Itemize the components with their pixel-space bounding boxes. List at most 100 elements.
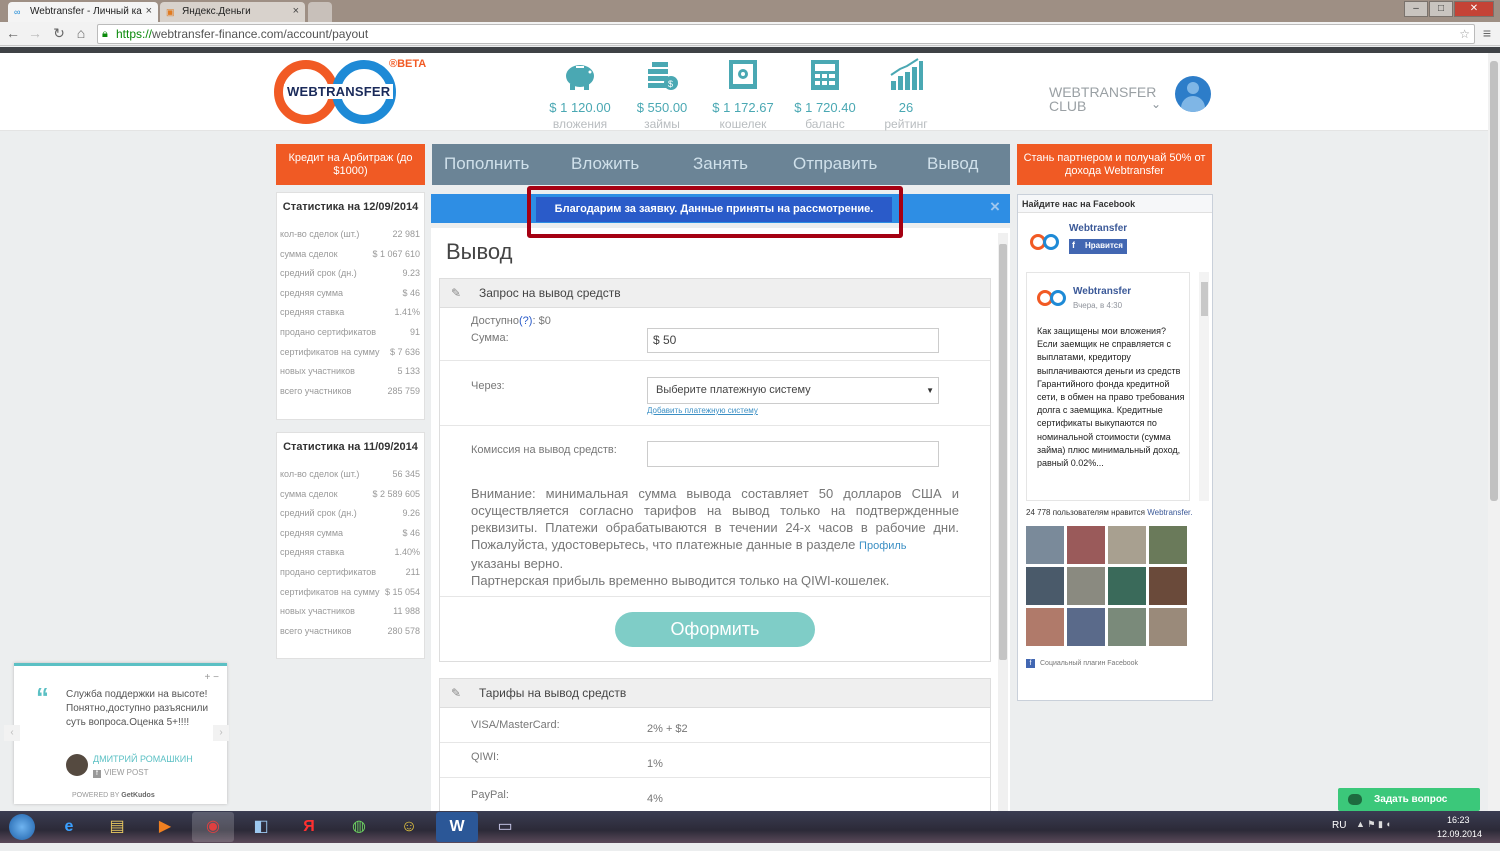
file-explorer-icon[interactable]: ▤: [96, 812, 138, 842]
likes-page-link[interactable]: Webtransfer.: [1147, 508, 1192, 517]
prev-arrow-icon[interactable]: ‹: [4, 725, 20, 741]
pencil-icon: ✎: [451, 286, 462, 300]
ask-question-button[interactable]: Задать вопрос: [1338, 788, 1480, 811]
post-time[interactable]: Вчера, в 4:30: [1073, 301, 1122, 310]
widget-controls[interactable]: + −: [205, 672, 219, 683]
profile-link[interactable]: Профиль: [859, 540, 907, 552]
facebook-fan-photo[interactable]: [1108, 526, 1146, 564]
messenger-icon[interactable]: ☺: [388, 812, 430, 842]
facebook-fan-photo[interactable]: [1067, 526, 1105, 564]
stats-row: новых участников 5 133: [277, 366, 424, 386]
window-switch-icon[interactable]: ▭: [484, 812, 526, 842]
view-post-link[interactable]: f VIEW POST: [93, 768, 148, 778]
notice-close-icon[interactable]: ×: [990, 197, 1000, 217]
fee-input[interactable]: [647, 441, 939, 467]
header-stat-investments[interactable]: $ 1 120.00 вложения: [540, 57, 620, 131]
language-indicator[interactable]: RU: [1332, 820, 1346, 831]
nav-invest[interactable]: Вложить: [571, 154, 639, 174]
start-button[interactable]: [2, 812, 42, 842]
facebook-plugin-link[interactable]: f Социальный плагин Facebook: [1026, 659, 1138, 668]
help-link[interactable]: (?): [519, 315, 532, 327]
payment-system-select[interactable]: Выберите платежную систему ▼: [647, 377, 939, 404]
add-payment-system-link[interactable]: Добавить платежную систему: [647, 406, 758, 415]
nav-withdraw[interactable]: Вывод: [927, 154, 978, 174]
tab-close-icon[interactable]: ×: [146, 5, 152, 17]
page-scroll-thumb[interactable]: [1490, 61, 1498, 501]
post-author[interactable]: Webtransfer: [1073, 286, 1131, 297]
header-stat-balance[interactable]: $ 1 720.40 баланс: [785, 57, 865, 131]
close-window-icon[interactable]: ✕: [1454, 1, 1494, 17]
reload-icon[interactable]: ↻: [50, 25, 68, 42]
facebook-like-button[interactable]: f Нравится: [1069, 239, 1127, 254]
user-avatar[interactable]: [1175, 76, 1211, 112]
facebook-post-scrollbar[interactable]: [1199, 272, 1209, 501]
partner-promo-button[interactable]: Стань партнером и получай 50% от дохода …: [1017, 144, 1212, 185]
browser-tab-yandex[interactable]: ▣ Яндекс.Деньги ×: [160, 2, 305, 22]
stats-row-value: 9.26: [402, 508, 420, 519]
facebook-fan-photo[interactable]: [1026, 608, 1064, 646]
chrome-icon[interactable]: ◉: [192, 812, 234, 842]
getkudos-brand[interactable]: GetKudos: [121, 792, 154, 799]
next-arrow-icon[interactable]: ›: [213, 725, 229, 741]
home-icon[interactable]: ⌂: [72, 25, 90, 41]
facebook-fan-photo[interactable]: [1108, 608, 1146, 646]
stats-row: средняя ставка 1.40%: [277, 547, 424, 567]
facebook-fan-photo[interactable]: [1067, 567, 1105, 605]
stat-label: вложения: [552, 117, 608, 131]
facebook-fan-photo[interactable]: [1026, 567, 1064, 605]
browser-tab-active[interactable]: ∞ Webtransfer - Личный ка ×: [8, 2, 158, 22]
internet-explorer-icon[interactable]: e: [48, 812, 90, 842]
nav-deposit[interactable]: Пополнить: [444, 154, 529, 174]
facebook-fan-photo[interactable]: [1149, 567, 1187, 605]
forward-icon[interactable]: →: [26, 25, 44, 41]
facebook-fan-photo[interactable]: [1026, 526, 1064, 564]
nav-borrow[interactable]: Занять: [693, 154, 748, 174]
scroll-thumb[interactable]: [1201, 282, 1208, 316]
stats-title: Статистика на 11/09/2014: [283, 441, 418, 453]
bookmark-star-icon[interactable]: ☆: [1459, 25, 1470, 43]
fee-label: Комиссия на вывод средств:: [471, 444, 617, 456]
clock-date[interactable]: 12.09.2014: [1437, 829, 1482, 839]
word-icon[interactable]: W: [436, 812, 478, 842]
submit-button[interactable]: Оформить: [615, 612, 815, 647]
amount-input[interactable]: $ 50: [647, 328, 939, 353]
page-scrollbar[interactable]: [1488, 53, 1500, 811]
facebook-fan-photo[interactable]: [1067, 608, 1105, 646]
webtransfer-logo[interactable]: WEBTRANSFER: [274, 59, 398, 125]
minimize-icon[interactable]: –: [1404, 1, 1428, 17]
notice-line: Партнерская прибыль временно выводится т…: [471, 573, 890, 588]
address-bar[interactable]: 🔒︎ https://webtransfer-finance.com/accoun…: [97, 24, 1475, 44]
new-tab-button[interactable]: [308, 2, 332, 22]
club-menu-label[interactable]: WEBTRANSFER CLUB: [1049, 85, 1156, 113]
maximize-icon[interactable]: □: [1429, 1, 1453, 17]
browser-tab-bar: ∞ Webtransfer - Личный ка × ▣ Яндекс.Ден…: [0, 0, 1500, 22]
torrent-icon[interactable]: ◍: [338, 812, 380, 842]
tray-icons[interactable]: ▲ ⚑ ▮ ◖: [1356, 819, 1391, 830]
nav-send[interactable]: Отправить: [793, 154, 877, 174]
stats-row: средняя ставка 1.41%: [277, 307, 424, 327]
chevron-down-icon[interactable]: ⌄: [1151, 97, 1161, 111]
browser-menu-icon[interactable]: ≡: [1478, 25, 1496, 41]
testimonial-author[interactable]: ДМИТРИЙ РОМАШКИН: [93, 754, 193, 764]
clock-time[interactable]: 16:23: [1447, 815, 1470, 825]
powered-label: POWERED BY: [72, 792, 120, 799]
stats-row-label: кол-во сделок (шт.): [280, 469, 360, 479]
back-icon[interactable]: ←: [4, 25, 22, 41]
tab-close-icon[interactable]: ×: [293, 5, 299, 17]
facebook-fan-photo[interactable]: [1108, 567, 1146, 605]
safe-icon: [729, 60, 757, 89]
header-stat-loans[interactable]: $ $ 550.00 займы: [622, 57, 702, 131]
stats-row: сумма сделок $ 1 067 610: [277, 249, 424, 269]
header-stat-rating[interactable]: 26 рейтинг: [866, 57, 946, 131]
facebook-fan-photo[interactable]: [1149, 608, 1187, 646]
speaker-app-icon[interactable]: ◧: [240, 812, 282, 842]
header-stat-wallet[interactable]: $ 1 172.67 кошелек: [703, 57, 783, 131]
pencil-icon: ✎: [451, 686, 462, 700]
yandex-browser-icon[interactable]: Я: [288, 812, 330, 842]
webtransfer-page-logo[interactable]: [1030, 234, 1060, 250]
panel-scroll-thumb[interactable]: [999, 244, 1007, 660]
facebook-page-name[interactable]: Webtransfer: [1069, 223, 1127, 234]
facebook-fan-photo[interactable]: [1149, 526, 1187, 564]
media-player-icon[interactable]: ▶: [144, 812, 186, 842]
arbitrage-credit-button[interactable]: Кредит на Арбитраж (до $1000): [276, 144, 425, 185]
